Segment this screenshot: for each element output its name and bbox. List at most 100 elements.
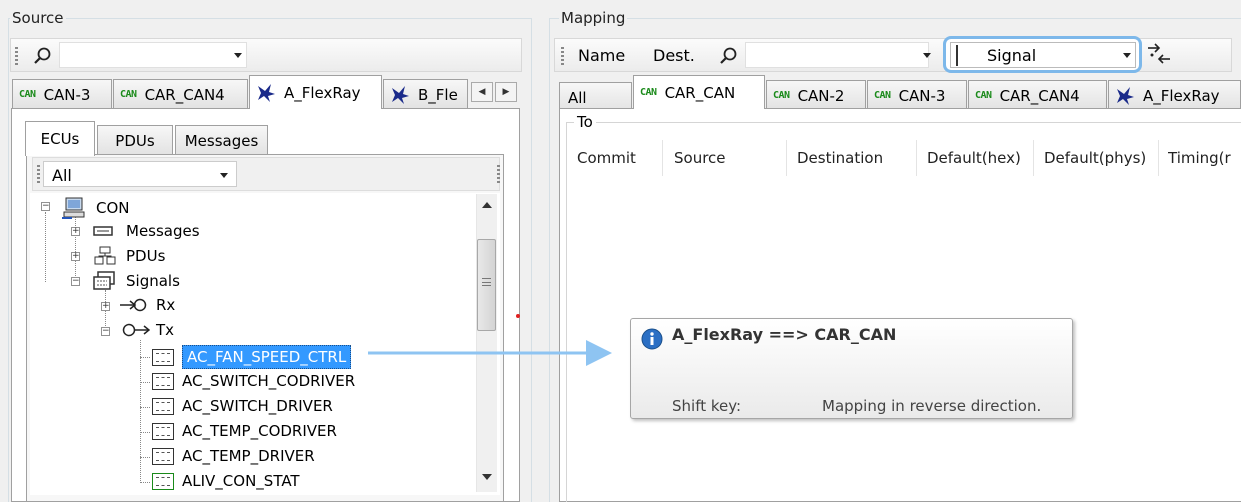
tab-scroll-left-button[interactable]: ◀ xyxy=(471,82,493,102)
signal-alive-icon xyxy=(152,472,174,490)
tree-node-rx[interactable]: Rx xyxy=(120,296,175,314)
to-group-border xyxy=(566,122,1241,123)
column-separator xyxy=(916,140,917,176)
signal-icon xyxy=(956,45,958,66)
expand-toggle[interactable]: + xyxy=(71,227,80,236)
column-header-commit[interactable]: Commit xyxy=(577,149,636,167)
type-select-value: Signal xyxy=(987,46,1037,65)
signal-item[interactable]: ALIV_CON_STAT xyxy=(152,472,300,490)
subtab-messages[interactable]: Messages xyxy=(175,125,268,155)
info-icon xyxy=(641,328,663,350)
source-toolbar xyxy=(10,38,522,72)
signal-item[interactable]: AC_TEMP_DRIVER xyxy=(152,447,315,465)
tab-scroll-right-button[interactable]: ▶ xyxy=(495,82,517,102)
mapping-tooltip: A_FlexRay ==> CAR_CAN Shift key: Mapping… xyxy=(630,318,1073,419)
tab-b-flexray[interactable]: B_Fle xyxy=(383,79,468,109)
can-icon: CAN xyxy=(640,87,657,98)
collapse-toggle[interactable]: − xyxy=(101,327,110,336)
subtab-label: ECUs xyxy=(40,130,80,148)
tree-node-messages[interactable]: Messages xyxy=(92,222,200,240)
tab-can-3[interactable]: CAN CAN-3 xyxy=(12,79,112,109)
tree-node-con[interactable]: CON xyxy=(62,197,130,219)
can-icon: CAN xyxy=(773,90,790,101)
scroll-down-icon[interactable] xyxy=(482,474,492,480)
name-label[interactable]: Name xyxy=(578,46,625,65)
column-separator xyxy=(786,140,787,176)
signal-item-selected[interactable]: AC_FAN_SPEED_CTRL xyxy=(152,345,352,369)
tab-a-flexray[interactable]: A_FlexRay xyxy=(249,75,382,109)
toolbar-grip[interactable] xyxy=(15,47,18,65)
tooltip-key-label: Shift key: xyxy=(672,397,742,415)
scroll-up-icon[interactable] xyxy=(482,202,492,208)
subtab-label: Messages xyxy=(184,131,259,150)
flexray-icon xyxy=(1117,86,1134,105)
tab-can-2[interactable]: CAN CAN-2 xyxy=(766,80,866,110)
toolbar-grip-right[interactable] xyxy=(497,165,500,183)
filter-bar: All xyxy=(32,157,500,191)
dest-label[interactable]: Dest. xyxy=(653,46,695,65)
toolbar-grip[interactable] xyxy=(37,165,40,183)
chevron-down-icon[interactable] xyxy=(923,53,931,58)
source-group-title: Source xyxy=(10,9,66,27)
tree-node-signals[interactable]: Signals xyxy=(92,271,180,291)
signal-label: AC_FAN_SPEED_CTRL xyxy=(182,345,352,369)
tab-label: CAR_CAN4 xyxy=(999,86,1080,105)
signal-item[interactable]: AC_SWITCH_DRIVER xyxy=(152,397,333,415)
chevron-down-icon[interactable] xyxy=(220,173,228,178)
filter-select[interactable]: All xyxy=(43,161,237,187)
column-header-destination[interactable]: Destination xyxy=(797,149,883,167)
signal-label: AC_SWITCH_CODRIVER xyxy=(182,372,356,390)
can-icon: CAN xyxy=(120,89,137,100)
search-icon xyxy=(34,47,51,64)
signal-icon xyxy=(152,422,174,440)
subtab-ecus[interactable]: ECUs xyxy=(25,121,95,156)
mapping-search-input[interactable] xyxy=(745,42,929,68)
tab-car-can4[interactable]: CAN CAR_CAN4 xyxy=(968,80,1107,110)
tree-line xyxy=(140,340,141,483)
node-label: Messages xyxy=(126,222,200,240)
source-group-border xyxy=(8,18,532,19)
tree-node-tx[interactable]: Tx xyxy=(120,321,174,339)
toolbar-grip[interactable] xyxy=(561,47,564,65)
to-group-title: To xyxy=(574,113,596,131)
chevron-down-icon[interactable] xyxy=(234,53,242,58)
tree-line xyxy=(140,457,150,458)
column-header-timing[interactable]: Timing(r xyxy=(1168,149,1241,167)
signal-label: ALIV_CON_STAT xyxy=(182,472,300,490)
tree-line xyxy=(140,407,150,408)
source-search-input[interactable] xyxy=(59,42,247,68)
splitter-marker xyxy=(516,314,520,318)
column-header-source[interactable]: Source xyxy=(674,149,726,167)
signal-item[interactable]: AC_TEMP_CODRIVER xyxy=(152,422,337,440)
signal-label: AC_TEMP_DRIVER xyxy=(182,447,315,465)
collapse-toggle[interactable]: − xyxy=(71,277,80,286)
tree-line xyxy=(140,482,150,483)
tab-car-can4[interactable]: CAN CAR_CAN4 xyxy=(113,79,248,109)
node-label: Signals xyxy=(126,272,180,290)
signal-icon xyxy=(152,397,174,415)
collapse-toggle[interactable]: − xyxy=(41,202,50,211)
signal-icon xyxy=(152,372,174,390)
expand-toggle[interactable]: + xyxy=(71,252,80,261)
tree-node-pdus[interactable]: PDUs xyxy=(94,246,165,266)
column-header-default-hex[interactable]: Default(hex) xyxy=(927,149,1021,167)
subtab-pdus[interactable]: PDUs xyxy=(97,125,173,155)
tab-label: All xyxy=(568,88,587,107)
can-icon: CAN xyxy=(19,89,36,100)
signal-item[interactable]: AC_SWITCH_CODRIVER xyxy=(152,372,355,390)
swap-direction-icon[interactable] xyxy=(1146,42,1172,66)
mapping-group-title: Mapping xyxy=(559,9,628,27)
tab-a-flexray[interactable]: A_FlexRay xyxy=(1108,80,1241,110)
expand-toggle[interactable]: + xyxy=(101,302,110,311)
signals-group-icon xyxy=(93,271,115,290)
tree-line xyxy=(75,214,76,284)
signal-icon xyxy=(152,348,174,366)
tab-car-can[interactable]: CAN CAR_CAN xyxy=(633,75,765,109)
source-group-left-border xyxy=(8,18,9,502)
column-header-default-phys[interactable]: Default(phys) xyxy=(1044,149,1146,167)
tooltip-key-description: Mapping in reverse direction. xyxy=(822,397,1042,415)
can-icon: CAN xyxy=(975,90,992,101)
tab-can-3[interactable]: CAN CAN-3 xyxy=(867,80,967,110)
node-label: PDUs xyxy=(126,247,166,265)
type-select[interactable]: Signal xyxy=(950,42,1136,68)
